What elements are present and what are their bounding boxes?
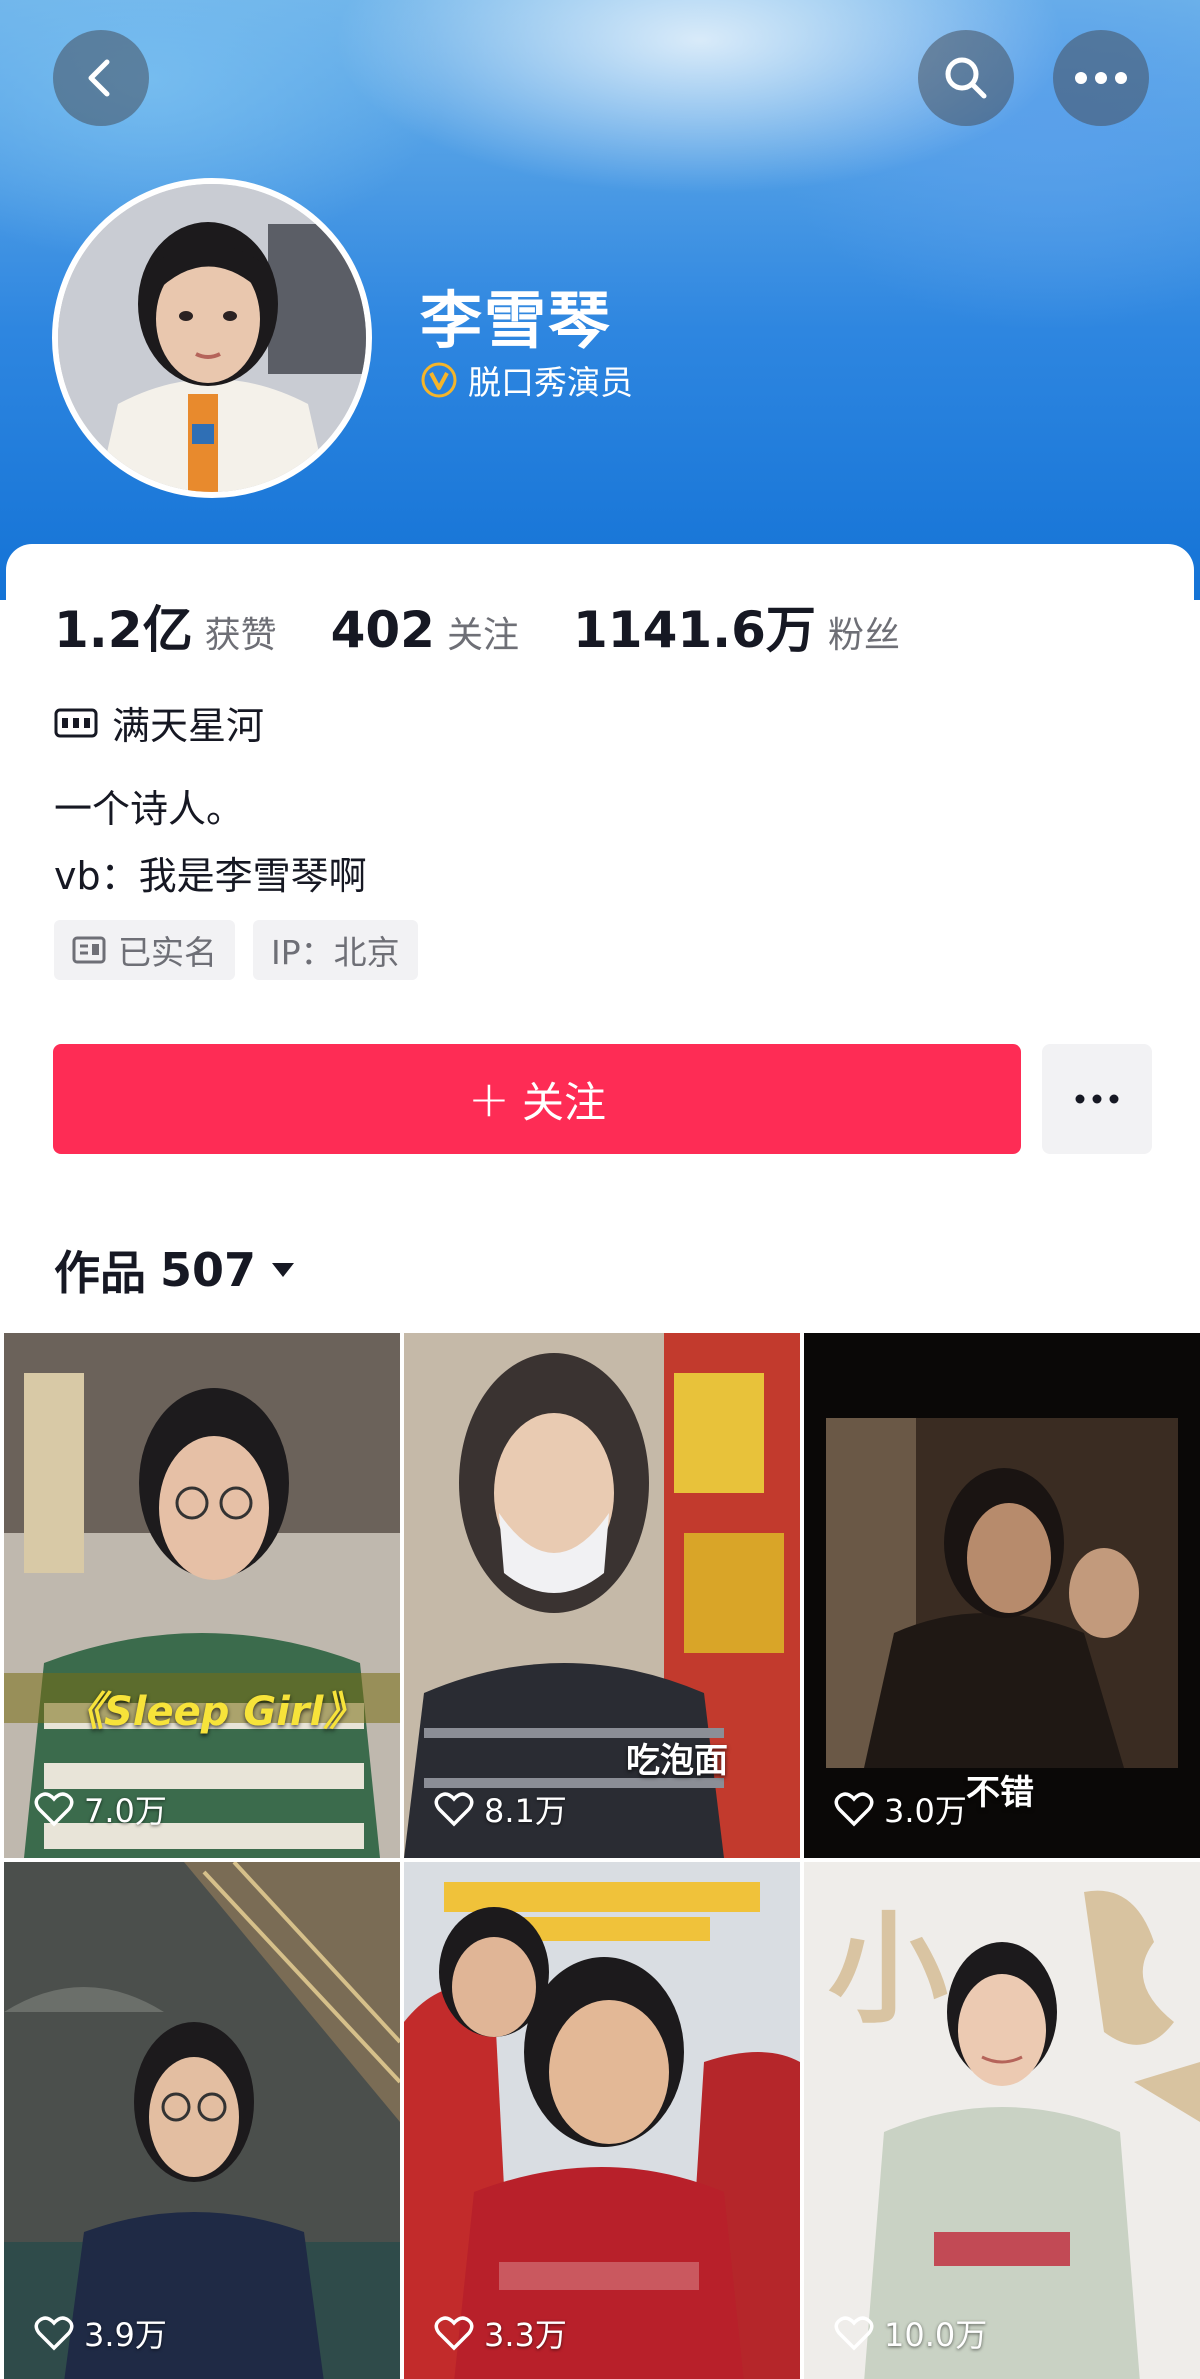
more-actions-button[interactable] [1042, 1044, 1152, 1154]
organization-name: 满天星河 [112, 704, 265, 748]
video-likes: 3.3万 [434, 2310, 567, 2356]
video-caption: 小 [828, 1901, 948, 2040]
back-button[interactable] [53, 30, 149, 126]
followers-count[interactable]: 1141.6万 [573, 590, 816, 662]
video-thumbnail[interactable]: 吃泡面 8.1万 [404, 1333, 800, 1858]
verify-label: 脱口秀演员 [468, 363, 633, 402]
ip-tag: IP：北京 [253, 920, 418, 980]
follow-label: 关注 [521, 1077, 606, 1127]
profile-tags: 已实名 IP：北京 [54, 920, 418, 980]
heart-icon [434, 2316, 474, 2351]
heart-icon [834, 1792, 874, 1827]
organization-link[interactable]: 满天星河 [54, 695, 264, 750]
video-thumbnail[interactable]: 小 10.0万 [804, 1862, 1200, 2379]
likes-count: 3.0万 [884, 1792, 967, 1830]
search-button[interactable] [918, 30, 1014, 126]
back-icon [88, 59, 110, 97]
likes-count: 1.2亿 [54, 601, 193, 659]
caret-down-icon [272, 1263, 295, 1277]
more-options-button[interactable] [1053, 30, 1149, 126]
following-count[interactable]: 402 [331, 601, 435, 659]
video-cover [4, 1862, 400, 2379]
heart-icon [34, 1792, 74, 1827]
more-icon [1075, 72, 1127, 84]
profile-stats: 1.2亿 获赞 402 关注 1141.6万 粉丝 [54, 590, 954, 662]
video-grid: 《Sleep Girl》 7.0万 吃泡面 8.1万 不错 3.0万 3.9万 … [0, 1333, 1200, 2379]
following-label[interactable]: 关注 [447, 606, 519, 658]
video-likes: 7.0万 [34, 1786, 167, 1832]
heart-icon [434, 1792, 474, 1827]
video-likes: 8.1万 [434, 1786, 567, 1832]
video-cover [4, 1333, 400, 1858]
ip-label: IP：北京 [271, 933, 400, 972]
video-thumbnail[interactable]: 不错 3.0万 [804, 1333, 1200, 1858]
video-thumbnail[interactable]: 3.3万 [404, 1862, 800, 2379]
heart-icon [34, 2316, 74, 2351]
works-count: 507 [160, 1243, 257, 1297]
verified-icon [421, 362, 457, 398]
likes-count: 10.0万 [884, 2316, 988, 2354]
video-cover [404, 1333, 800, 1858]
video-thumbnail[interactable]: 3.9万 [4, 1862, 400, 2379]
more-icon [1075, 1094, 1119, 1104]
works-label: 作品 [54, 1246, 146, 1300]
heart-icon [834, 2316, 874, 2351]
video-likes: 3.9万 [34, 2310, 167, 2356]
org-icon [54, 708, 98, 737]
id-card-icon [72, 936, 106, 964]
verified-badge: 脱口秀演员 [420, 356, 633, 404]
plus-icon: + [468, 1070, 510, 1128]
video-likes: 3.0万 [834, 1786, 967, 1832]
realname-tag: 已实名 [54, 920, 235, 980]
profile-name: 李雪琴 [420, 284, 613, 357]
bio-line: vb：我是李雪琴啊 [54, 854, 367, 898]
followers-label[interactable]: 粉丝 [828, 606, 900, 658]
video-thumbnail[interactable]: 《Sleep Girl》 7.0万 [4, 1333, 400, 1858]
video-caption: 吃泡面 [626, 1741, 728, 1781]
likes-label: 获赞 [204, 615, 277, 656]
realname-label: 已实名 [118, 933, 217, 972]
video-caption: 《Sleep Girl》 [64, 1689, 364, 1735]
likes-count: 7.0万 [84, 1792, 167, 1830]
likes-count: 3.3万 [484, 2316, 567, 2354]
avatar-portrait [58, 184, 366, 492]
follow-button[interactable]: + 关注 [53, 1044, 1021, 1154]
bio-line: 一个诗人。 [54, 787, 245, 831]
works-tab[interactable]: 作品 507 [54, 1237, 296, 1303]
video-likes: 10.0万 [834, 2310, 987, 2356]
likes-count: 3.9万 [84, 2316, 167, 2354]
likes-count: 8.1万 [484, 1792, 567, 1830]
search-icon [945, 57, 987, 99]
video-caption: 不错 [966, 1773, 1034, 1813]
avatar[interactable] [52, 178, 372, 498]
video-cover [404, 1862, 800, 2379]
